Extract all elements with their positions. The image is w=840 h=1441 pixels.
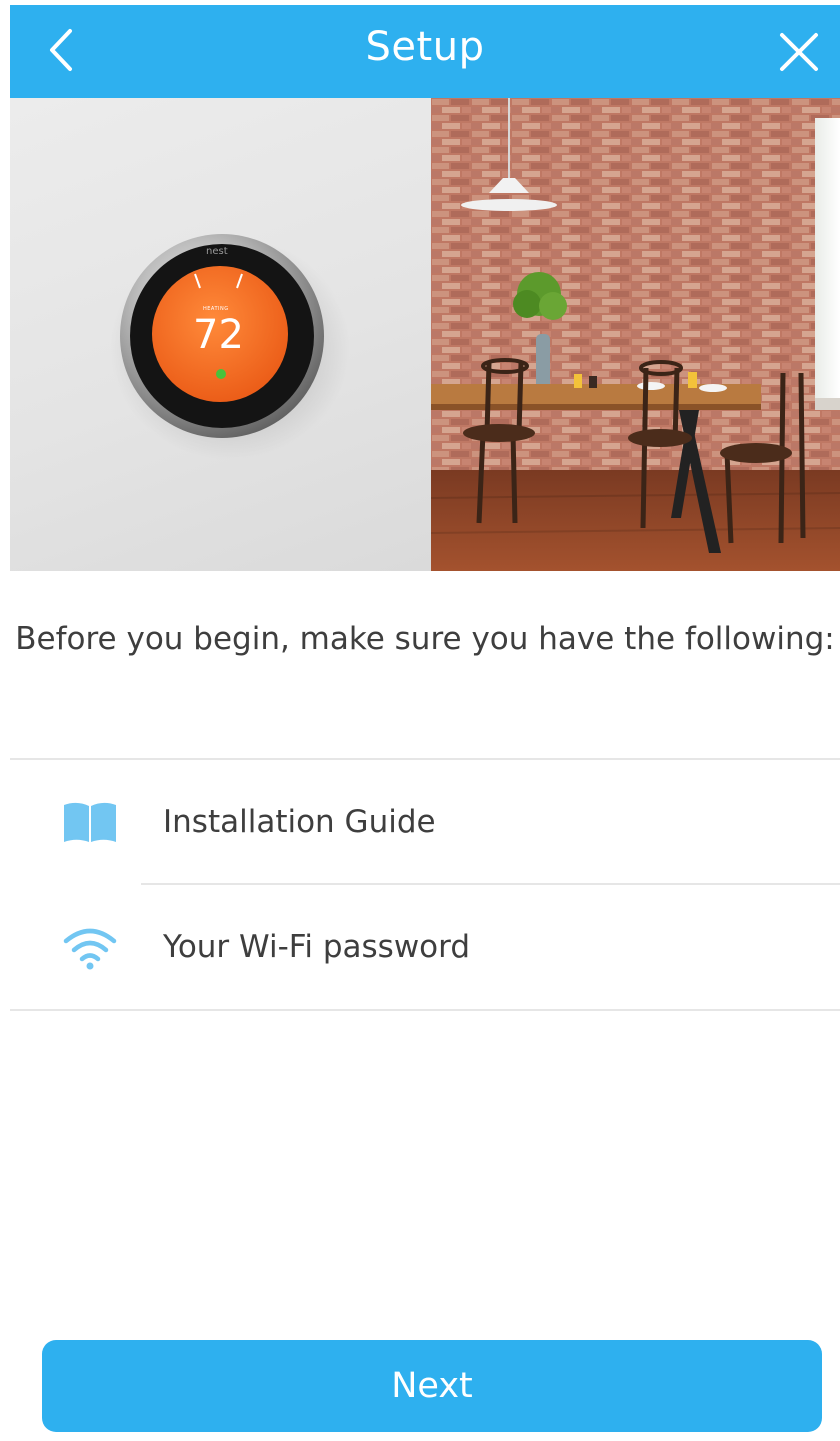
wifi-icon	[62, 927, 118, 971]
thermostat-photo: nest HEATING 72	[10, 98, 431, 571]
hero-image: nest HEATING 72	[10, 98, 840, 571]
checklist-item-label: Your Wi-Fi password	[163, 929, 471, 965]
thermostat-temperature: 72	[193, 312, 244, 358]
divider-bottom	[10, 1009, 840, 1011]
next-button[interactable]: Next	[42, 1340, 822, 1432]
close-button[interactable]	[774, 27, 824, 77]
intro-text: Before you begin, make sure you have the…	[15, 621, 835, 657]
header-bar: Setup	[10, 5, 840, 98]
checklist-item-label: Installation Guide	[163, 804, 436, 840]
setup-screen: Setup nest HEATING 72 Before you begin, …	[0, 0, 840, 1441]
book-icon	[62, 800, 118, 844]
close-icon	[780, 33, 818, 71]
dining-room-photo	[430, 98, 840, 571]
checklist-item-wifi-password[interactable]: Your Wi-Fi password	[10, 885, 840, 1009]
checklist-item-installation-guide[interactable]: Installation Guide	[10, 760, 840, 884]
page-title: Setup	[365, 24, 485, 70]
thermostat-brand: nest	[206, 246, 228, 257]
